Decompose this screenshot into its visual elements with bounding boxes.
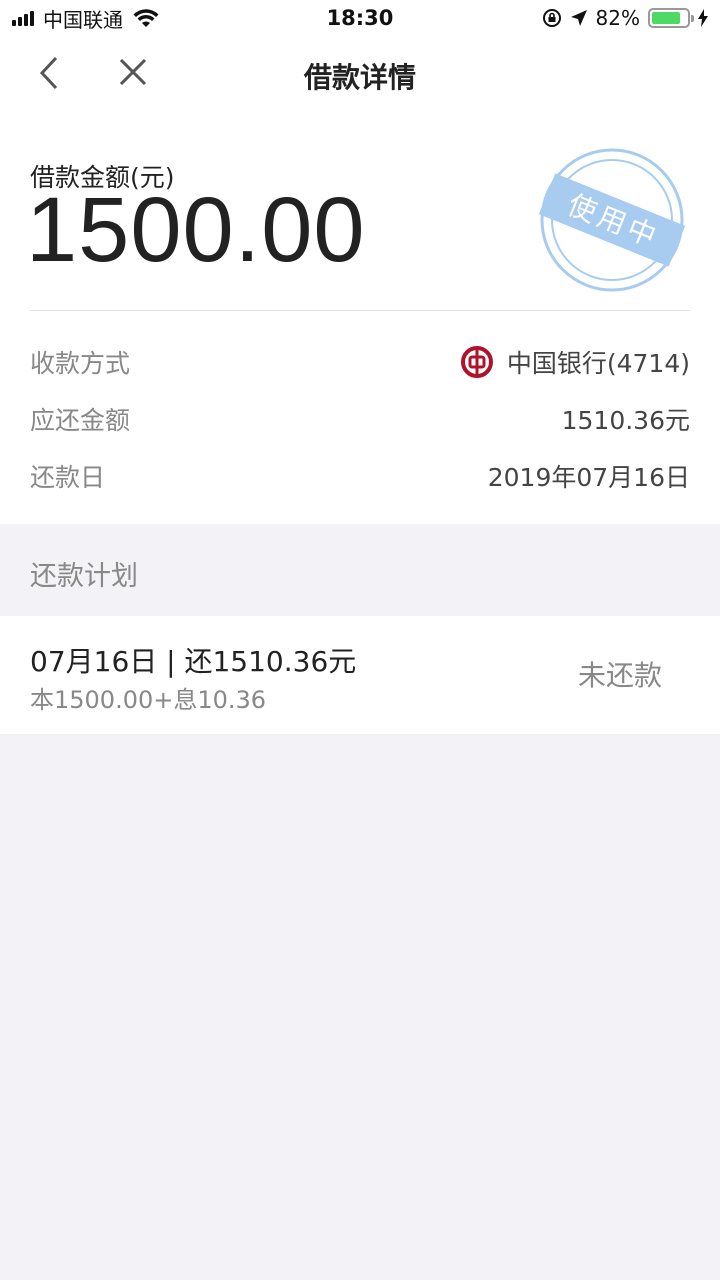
- repayment-plan-item[interactable]: 07月16日 | 还1510.36元 本1500.00+息10.36 未还款: [0, 616, 720, 734]
- repayment-plan-title: 还款计划: [30, 561, 138, 592]
- bank-of-china-logo-icon: [460, 346, 493, 378]
- loan-amount-value: 1500.00: [26, 179, 366, 281]
- divider: [30, 310, 690, 311]
- charging-bolt-icon: [698, 9, 708, 27]
- in-use-stamp: 使用中: [538, 148, 686, 292]
- plan-item-breakdown: 本1500.00+息10.36: [30, 686, 267, 714]
- status-bar: 中国联通 18:30 82%: [0, 0, 720, 36]
- loan-summary-card: 借款金额(元) 1500.00 使用中 收款方式 中国银行(4714) 应还金额…: [0, 110, 720, 524]
- payment-method-value: 中国银行(4714): [506, 349, 690, 378]
- detail-row-payment-method: 收款方式 中国银行(4714): [30, 340, 690, 380]
- nav-bar: 借款详情: [0, 36, 720, 110]
- detail-row-due-date: 还款日 2019年07月16日: [30, 454, 690, 494]
- payment-method-label: 收款方式: [30, 349, 131, 378]
- battery-fill: [652, 12, 680, 24]
- status-bar-right: 82%: [534, 6, 708, 30]
- repayment-plan-header: 还款计划: [0, 524, 720, 616]
- plan-item-title: 07月16日 | 还1510.36元: [30, 645, 357, 678]
- amount-due-value: 1510.36元: [561, 406, 690, 435]
- payment-method-value-wrap: 中国银行(4714): [460, 344, 690, 380]
- page-title: 借款详情: [303, 61, 416, 94]
- amount-due-label: 应还金额: [30, 406, 131, 435]
- location-arrow-icon: [570, 10, 587, 26]
- due-date-value: 2019年07月16日: [487, 463, 690, 492]
- detail-row-amount-due: 应还金额 1510.36元: [30, 397, 690, 437]
- plan-item-status: 未还款: [577, 659, 662, 692]
- battery-icon: [648, 8, 694, 28]
- due-date-label: 还款日: [30, 463, 106, 492]
- rotation-lock-icon: [542, 9, 561, 27]
- battery-percent: 82%: [595, 6, 640, 30]
